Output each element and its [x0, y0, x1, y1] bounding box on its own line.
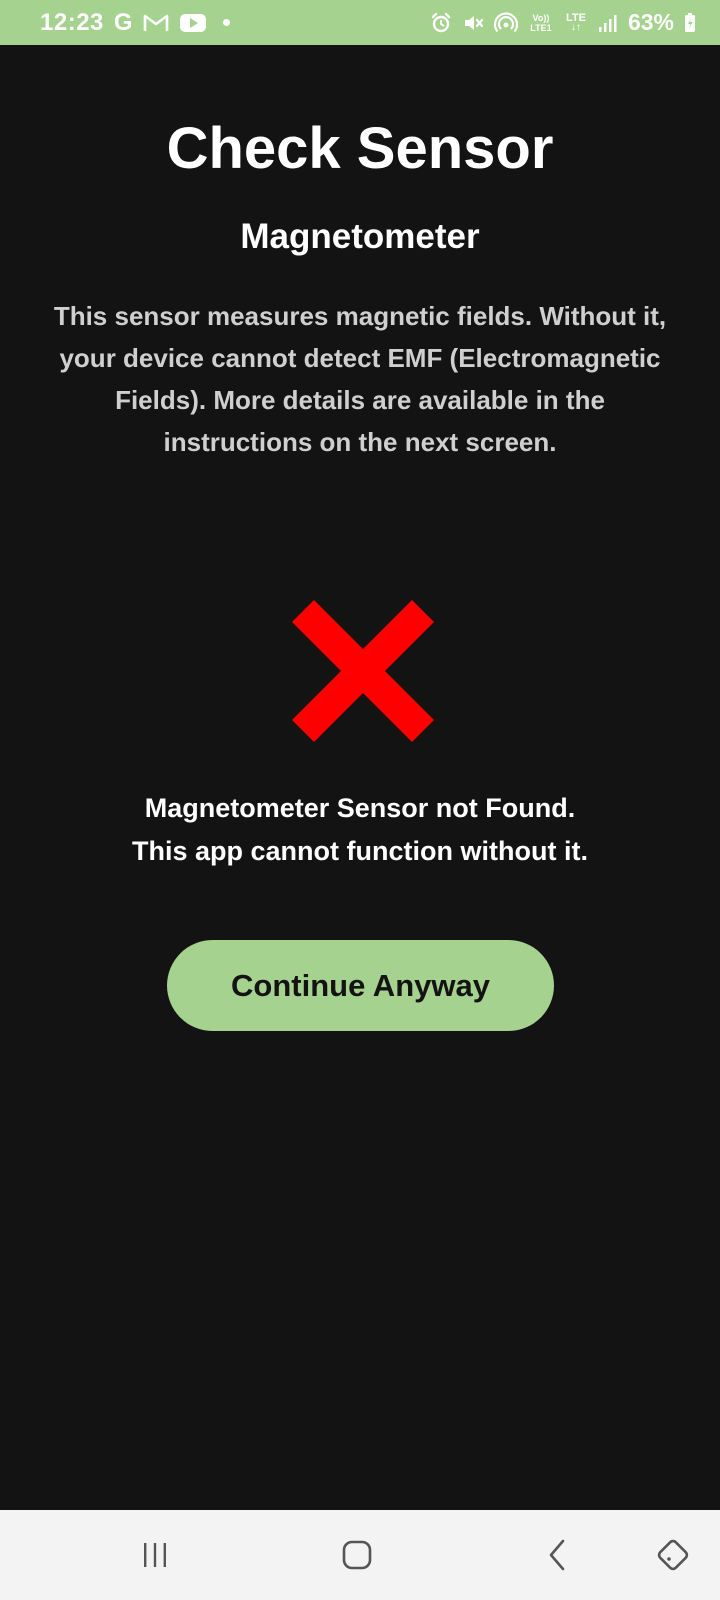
- error-message-line-2: This app cannot function without it.: [132, 836, 588, 866]
- home-icon[interactable]: [332, 1530, 382, 1580]
- volte-icon: Vo)) LTE1: [530, 12, 552, 33]
- gmail-icon: [143, 13, 169, 33]
- check-sensor-screen: Check Sensor Magnetometer This sensor me…: [0, 45, 720, 1510]
- data-arrows-icon: ↓↑: [570, 21, 581, 33]
- hotspot-icon: [493, 11, 518, 34]
- status-bar-right: Vo)) LTE1 LTE ↓↑ 63%: [430, 9, 696, 36]
- battery-icon: [684, 12, 696, 33]
- status-bar-left: 12:23 G: [40, 9, 230, 37]
- navigation-bar: [0, 1510, 720, 1600]
- youtube-icon: [179, 13, 207, 33]
- error-message: Magnetometer Sensor not Found. This app …: [40, 787, 680, 873]
- lte-icon: LTE ↓↑: [564, 11, 588, 33]
- notification-dot-icon: [222, 19, 230, 26]
- page-title: Check Sensor: [166, 116, 554, 181]
- status-bar: 12:23 G Vo)) LTE1 LTE ↓↑ 63%: [0, 0, 720, 45]
- error-x-icon: [292, 600, 434, 742]
- lte-label: LTE: [565, 11, 586, 24]
- error-message-line-1: Magnetometer Sensor not Found.: [144, 793, 576, 823]
- sensor-name: Magnetometer: [240, 217, 480, 256]
- mute-icon: [462, 12, 484, 34]
- signal-icon: [598, 13, 618, 33]
- battery-percent: 63%: [627, 9, 674, 35]
- back-icon[interactable]: [533, 1530, 583, 1580]
- google-icon: G: [113, 8, 133, 36]
- rotate-icon[interactable]: [648, 1530, 698, 1580]
- alarm-icon: [430, 12, 452, 34]
- continue-anyway-button[interactable]: Continue Anyway: [167, 940, 554, 1031]
- status-time: 12:23: [40, 8, 104, 36]
- sensor-description: This sensor measures magnetic fields. Wi…: [53, 301, 667, 457]
- recents-icon[interactable]: [130, 1530, 180, 1580]
